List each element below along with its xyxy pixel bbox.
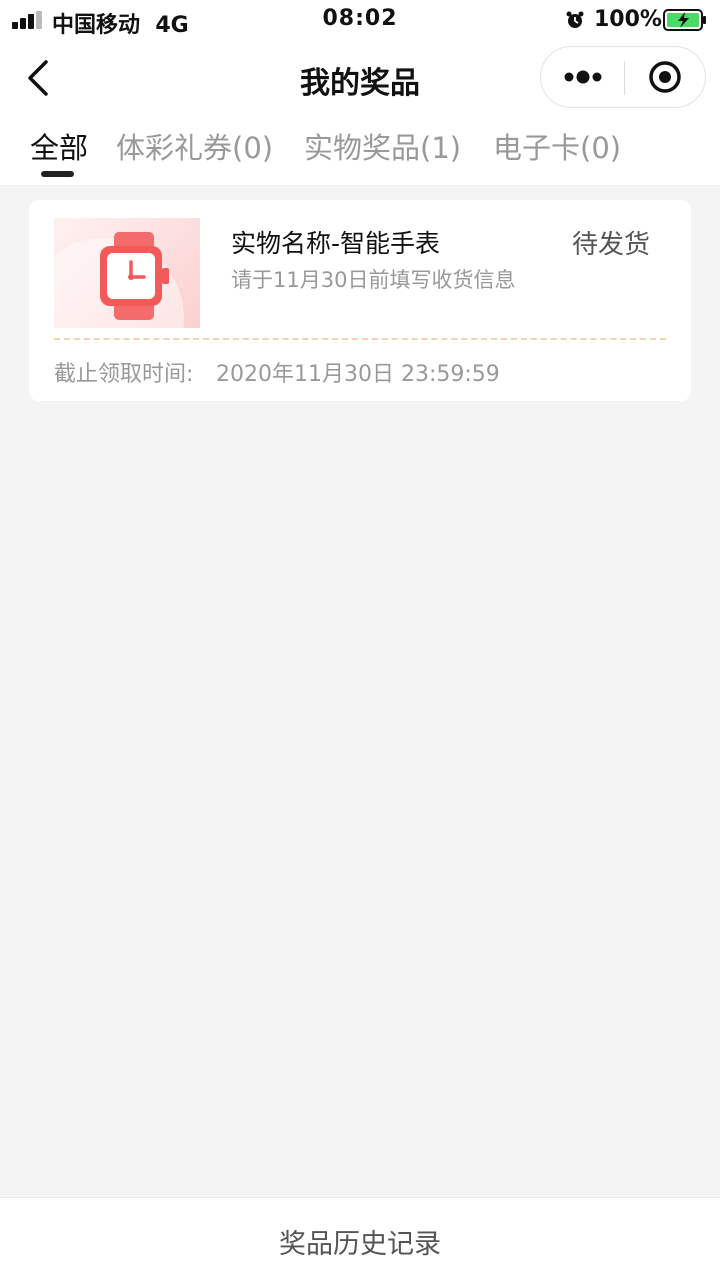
more-dots-icon[interactable] (541, 47, 624, 107)
prize-history-button[interactable]: 奖品历史记录 (0, 1222, 720, 1261)
prize-status-badge: 待发货 (572, 230, 651, 260)
battery-percent: 100% (594, 7, 662, 32)
deadline-label: 截止领取时间: (54, 362, 194, 387)
tab-physical-prize[interactable]: 实物奖品(1) (304, 125, 461, 167)
tab-all[interactable]: 全部 (30, 125, 88, 167)
tab-lottery-coupon[interactable]: 体彩礼券(0) (116, 125, 273, 167)
prize-thumbnail (54, 218, 200, 328)
nav-bar: 我的奖品 (0, 40, 720, 115)
footer-bar: 奖品历史记录 (0, 1197, 720, 1280)
prize-name: 实物名称-智能手表 (231, 229, 441, 258)
prize-hint: 请于11月30日前填写收货信息 (231, 268, 516, 292)
tab-e-card[interactable]: 电子卡(0) (493, 125, 621, 167)
prize-tabs: 全部 体彩礼券(0) 实物奖品(1) 电子卡(0) (0, 115, 720, 185)
status-bar: 中国移动 4G 08:02 100% (0, 0, 720, 40)
battery-icon (663, 9, 706, 31)
prize-page: 中国移动 4G 08:02 100% 我的奖品 全部 体彩礼券(0) 实物奖品(… (0, 0, 720, 1280)
target-close-icon[interactable] (625, 47, 705, 107)
alarm-icon (566, 11, 584, 28)
deadline-value: 2020年11月30日 23:59:59 (216, 362, 500, 387)
card-divider (54, 338, 666, 340)
prize-card[interactable]: 实物名称-智能手表 待发货 请于11月30日前填写收货信息 截止领取时间: 20… (29, 200, 691, 401)
smartwatch-icon (100, 232, 169, 320)
mini-program-capsule (540, 46, 706, 108)
tab-active-indicator (41, 171, 74, 177)
